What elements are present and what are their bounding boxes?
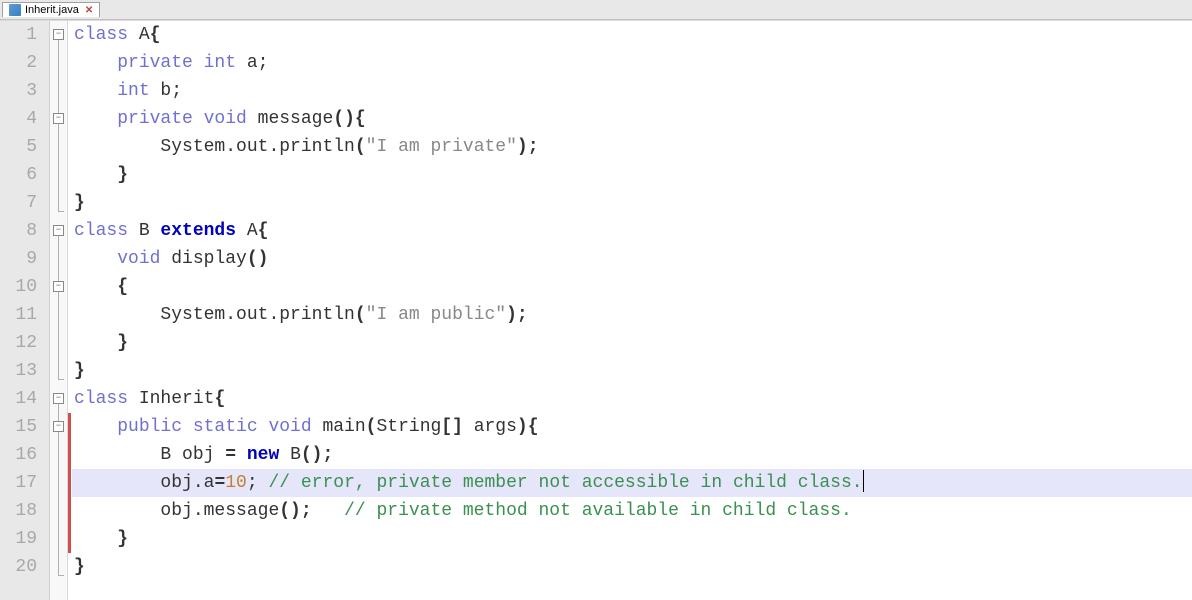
code-line: private void message(){ [72,105,1192,133]
editor: 1 2 3 4 5 6 7 8 9 10 11 12 13 14 15 16 1… [0,20,1192,600]
line-number: 16 [10,441,37,469]
code-line-current: obj.a=10; // error, private member not a… [72,469,1192,497]
code-line: class A{ [72,21,1192,49]
java-file-icon [9,4,21,16]
text-cursor [863,470,864,492]
line-number: 18 [10,497,37,525]
code-line: class B extends A{ [72,217,1192,245]
file-tab[interactable]: Inherit.java ✕ [2,2,100,17]
fold-toggle-icon[interactable]: − [53,113,64,124]
fold-toggle-icon[interactable]: − [53,421,64,432]
code-line: obj.message(); // private method not ava… [72,497,1192,525]
change-marker [68,413,71,553]
line-number: 6 [10,161,37,189]
code-line: public static void main(String[] args){ [72,413,1192,441]
line-number: 11 [10,301,37,329]
close-icon[interactable]: ✕ [85,5,93,16]
code-line: { [72,273,1192,301]
code-line: System.out.println("I am private"); [72,133,1192,161]
code-line: } [72,189,1192,217]
code-line: private int a; [72,49,1192,77]
fold-toggle-icon[interactable]: − [53,281,64,292]
line-number: 20 [10,553,37,581]
code-line: int b; [72,77,1192,105]
code-line: } [72,357,1192,385]
code-area[interactable]: class A{ private int a; int b; private v… [72,21,1192,600]
fold-column: − − − − − − [50,21,68,600]
line-number-gutter: 1 2 3 4 5 6 7 8 9 10 11 12 13 14 15 16 1… [0,21,50,600]
tab-bar: Inherit.java ✕ [0,0,1192,20]
line-number: 5 [10,133,37,161]
code-line: B obj = new B(); [72,441,1192,469]
fold-guide [58,40,59,211]
fold-guide-end [58,379,64,380]
tab-filename: Inherit.java [25,4,79,16]
fold-toggle-icon[interactable]: − [53,393,64,404]
line-number: 12 [10,329,37,357]
line-number: 1 [10,21,37,49]
line-number: 15 [10,413,37,441]
line-number: 17 [10,469,37,497]
fold-toggle-icon[interactable]: − [53,225,64,236]
code-line: } [72,329,1192,357]
code-line: void display() [72,245,1192,273]
line-number: 8 [10,217,37,245]
line-number: 14 [10,385,37,413]
line-number: 2 [10,49,37,77]
code-line: System.out.println("I am public"); [72,301,1192,329]
line-number: 4 [10,105,37,133]
line-number: 10 [10,273,37,301]
fold-toggle-icon[interactable]: − [53,29,64,40]
fold-guide-end [58,211,64,212]
code-line: } [72,161,1192,189]
line-number: 13 [10,357,37,385]
code-line: } [72,553,1192,581]
code-line: } [72,525,1192,553]
fold-guide [58,236,59,379]
line-number: 19 [10,525,37,553]
fold-guide-end [58,575,64,576]
code-line: class Inherit{ [72,385,1192,413]
line-number: 7 [10,189,37,217]
line-number: 3 [10,77,37,105]
line-number: 9 [10,245,37,273]
